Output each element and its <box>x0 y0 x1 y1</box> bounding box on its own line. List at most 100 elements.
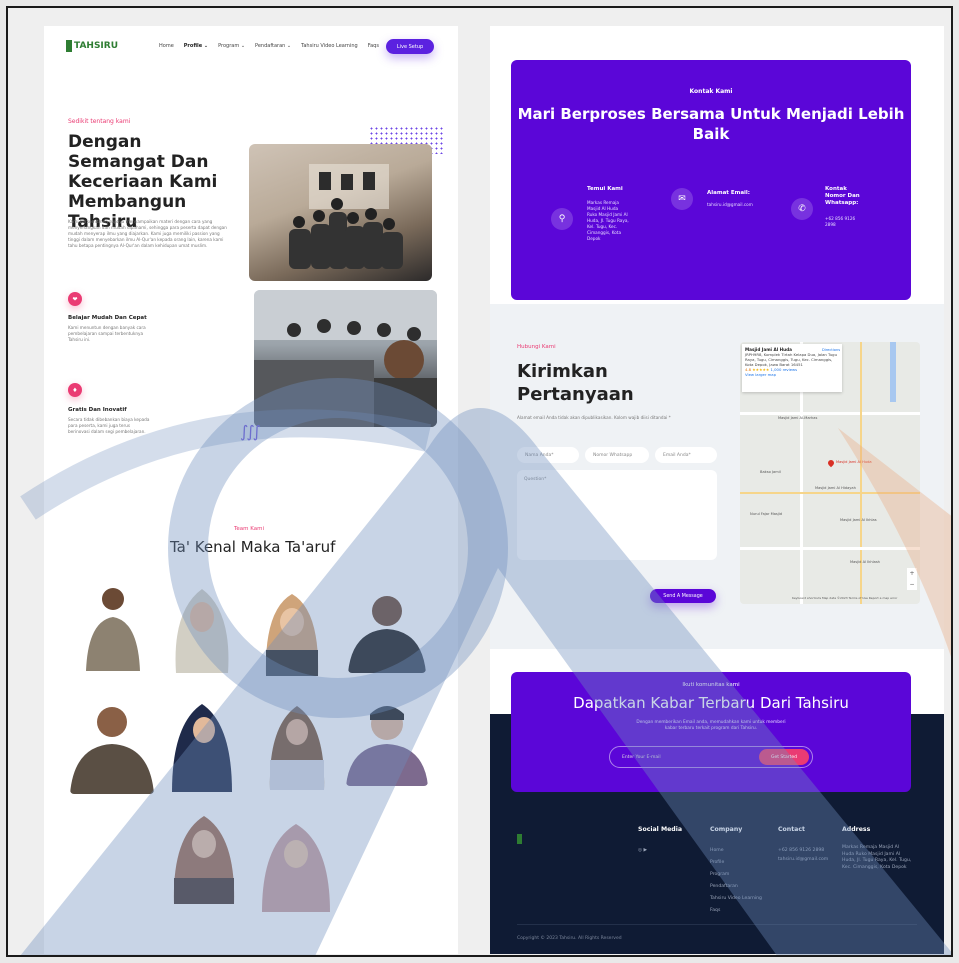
zoom-out-icon[interactable]: − <box>909 581 914 588</box>
footer-divider <box>517 924 917 925</box>
team-photo-2-art <box>254 290 437 427</box>
instagram-icon[interactable]: ◎ <box>638 848 642 853</box>
logo-icon <box>66 40 72 52</box>
chevron-down-icon: ⌄ <box>240 43 246 49</box>
question-section: Hubungi Kami Kirimkan Pertanyaan Alamat … <box>490 304 944 649</box>
screenshot-frame: TAHSIRU Home Profile ⌄ Program ⌄ Pendaft… <box>6 6 953 957</box>
nav-program[interactable]: Program ⌄ <box>218 43 245 49</box>
copyright: Copyright © 2023 Tahsiru. All Rights Res… <box>517 936 622 941</box>
contact-title: Mari Berproses Bersama Untuk Menjadi Leb… <box>511 104 911 144</box>
ask-desc: Alamat email Anda tidak akan dipublikasi… <box>517 415 671 420</box>
footer-contact-title: Contact <box>778 826 805 833</box>
team-photo-1-art <box>289 164 403 269</box>
contact-email-label: Alamat Email: <box>707 190 751 196</box>
footer-link-program[interactable]: Program <box>710 869 762 881</box>
contact-email-value[interactable]: tahsiru.id@gmail.com <box>707 202 753 208</box>
footer-link-home[interactable]: Home <box>710 845 762 857</box>
map-label: Nurul Fajar Masjid <box>750 512 783 516</box>
view-larger-map-link[interactable]: View larger map <box>745 372 776 377</box>
email-input[interactable]: Email Anda* <box>655 447 717 463</box>
map-road <box>740 547 920 550</box>
question-textarea[interactable]: Question* <box>517 470 717 560</box>
footer-link-profile[interactable]: Profile <box>710 857 762 869</box>
get-started-button[interactable]: Get Started <box>759 749 809 765</box>
map-road <box>740 492 920 494</box>
zoom-in-icon[interactable]: + <box>909 570 914 577</box>
footer-email[interactable]: tahsiru.id@gmail.com <box>778 857 828 863</box>
contact-phone-label: Kontak Nomor Dan Whatsapp: <box>825 186 860 206</box>
team-member <box>166 581 238 673</box>
map-label: Masjid Jami Al-Marhas <box>778 416 818 420</box>
chevron-down-icon: ⌄ <box>203 43 209 49</box>
nav-profile[interactable]: Profile ⌄ <box>184 43 208 49</box>
footer-social-title: Social Media <box>638 826 683 833</box>
footer-link-pendaftaran[interactable]: Pendaftaran <box>710 881 762 893</box>
footer-phone[interactable]: +62 856 9126 2898 <box>778 845 828 857</box>
map-label: Masjid Al Ikhlash <box>850 560 880 564</box>
newsletter-title: Dapatkan Kabar Terbaru Dari Tahsiru <box>573 694 849 712</box>
feature-1-desc: Kami menuntun dengan banyak cara pembela… <box>68 325 146 342</box>
team-member <box>346 694 428 786</box>
cta-button[interactable]: Live Setup <box>386 39 434 54</box>
contact-title-text: Mari Berproses Bersama Untuk Menjadi Leb… <box>517 105 905 143</box>
footer-logo[interactable] <box>517 834 522 844</box>
team-member <box>256 818 336 912</box>
navbar: TAHSIRU Home Profile ⌄ Program ⌄ Pendaft… <box>44 26 458 72</box>
logo[interactable]: TAHSIRU <box>66 40 118 52</box>
newsletter-banner: Ikuti komunitas kami Dapatkan Kabar Terb… <box>511 672 911 792</box>
whatsapp-input[interactable]: Nomor Whatsapp <box>585 447 649 463</box>
youtube-icon[interactable]: ▶ <box>643 848 647 853</box>
nav-profile-label: Profile <box>183 43 203 49</box>
contact-phone-value[interactable]: +62 856 9126 2898 <box>825 216 865 228</box>
team-member <box>256 588 328 676</box>
team-member <box>262 700 332 790</box>
location-icon: ⚲ <box>551 208 573 230</box>
nav-program-label: Program <box>218 43 240 49</box>
map-pin-icon[interactable] <box>826 458 836 468</box>
send-message-button[interactable]: Send A Message <box>650 589 716 603</box>
map-label: Bakso Jamil <box>760 470 781 474</box>
map-label: Masjid Jami Al Huda <box>836 460 872 464</box>
footer-link-faqs[interactable]: Faqs <box>710 905 762 917</box>
map-label: Masjid Jami Al Ikhlas <box>840 518 877 522</box>
map-zoom-control[interactable]: + − <box>907 568 917 590</box>
team-member <box>166 696 238 792</box>
map-label: Masjid Jami Al Hidayah <box>815 486 856 490</box>
nav-menu: Home Profile ⌄ Program ⌄ Pendaftaran ⌄ T… <box>159 43 379 49</box>
team-member <box>70 694 154 794</box>
feature-2-desc: Secara tidak dibebankan biaya kepada par… <box>68 417 150 434</box>
footer-contact: Contact +62 856 9126 2898 tahsiru.id@gma… <box>778 826 828 863</box>
contact-banner: Kontak Kami Mari Berproses Bersama Untuk… <box>511 60 911 300</box>
embedded-map[interactable]: Masjid Jami Al Huda JRPH9R8, Komplek Tir… <box>740 342 920 604</box>
chevron-down-icon: ⌄ <box>286 43 292 49</box>
feature-1-title: Belajar Mudah Dan Cepat <box>68 315 147 321</box>
footer-social: Social Media ◎ ▶ <box>638 826 682 857</box>
contact-address-label: Temui Kami <box>587 186 623 192</box>
nav-home[interactable]: Home <box>159 43 174 49</box>
nav-faqs[interactable]: Faqs <box>368 43 379 49</box>
footer-link-video-learning[interactable]: Tahsiru Video Learning <box>710 893 762 905</box>
about-intro: Kami berkomitmen supaya menyampaikan mat… <box>68 219 227 248</box>
nav-video-learning[interactable]: Tahsiru Video Learning <box>301 43 358 49</box>
map-road <box>860 342 862 604</box>
newsletter-desc: Dengan memberikan Email anda, memudahkan… <box>636 720 786 731</box>
contact-address-value: Markas Remaja Masjid Al Huda Ruko Masjid… <box>587 200 629 241</box>
name-input[interactable]: Nama Anda* <box>517 447 579 463</box>
nav-pendaftaran[interactable]: Pendaftaran ⌄ <box>255 43 291 49</box>
team-photo-2 <box>254 290 437 427</box>
map-water <box>890 342 896 402</box>
social-icons: ◎ ▶ <box>638 845 682 857</box>
squiggle-decoration: ∫∫∫ <box>240 422 261 441</box>
team-member <box>82 581 144 671</box>
footer-address-title: Address <box>842 826 871 833</box>
flame-icon: ♦ <box>68 383 82 397</box>
map-place-address: JRPH9R8, Komplek Tirtah Kelapa Dua, Jala… <box>745 352 838 367</box>
about-eyebrow: Sedikit tentang kami <box>68 118 131 125</box>
heart-icon: ❤ <box>68 292 82 306</box>
ask-eyebrow: Hubungi Kami <box>517 344 556 350</box>
footer-address-text: Markas Remaja Masjid Al Huda Ruko Masjid… <box>842 845 912 870</box>
map-directions[interactable]: Directions <box>822 348 840 352</box>
team-eyebrow: Team Kami <box>234 526 265 532</box>
contact-page: Kontak Kami Mari Berproses Bersama Untuk… <box>490 26 944 954</box>
newsletter-eyebrow: Ikuti komunitas kami <box>682 682 740 688</box>
